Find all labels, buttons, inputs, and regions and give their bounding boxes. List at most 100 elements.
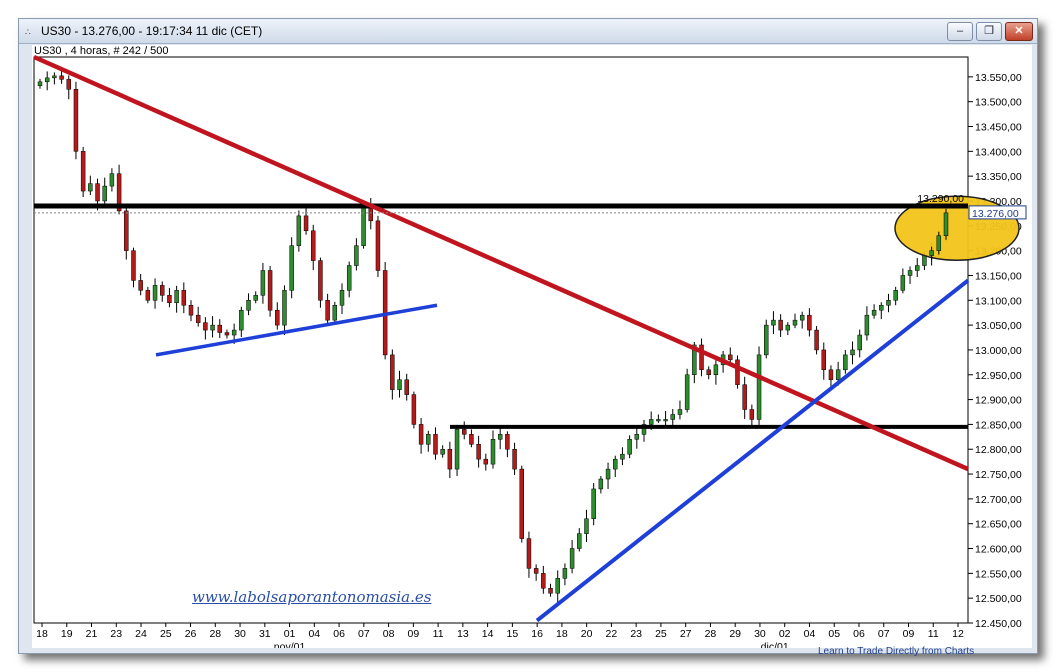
month-label: dic/01 (761, 641, 789, 648)
x-tick-label: 11 (433, 628, 444, 640)
candle-body (66, 79, 71, 90)
x-tick-label: 04 (308, 628, 320, 640)
price-chart[interactable]: 13.550,00 13.500,00 13.450,00 13.400,00 13.3… (32, 45, 1032, 648)
candle-body (864, 314, 870, 336)
candle-body (253, 295, 258, 301)
candle-body (239, 309, 244, 331)
candle-body (713, 364, 719, 376)
candle-body (454, 429, 460, 470)
chart-area[interactable]: US30 , 4 horas, # 242 / 500 13.550,00 13.… (32, 45, 1032, 657)
candle-body (929, 250, 934, 256)
candle-body (469, 434, 474, 445)
x-tick-label: 27 (680, 628, 692, 640)
window-menu-icon[interactable]: ∴ (25, 27, 31, 38)
candle-body (361, 205, 366, 246)
credit-text: Learn to Trade Directly from Charts (818, 646, 975, 657)
candle-body (778, 319, 783, 331)
candle-body (282, 290, 287, 326)
x-tick-label: 07 (878, 628, 890, 640)
candle-body (591, 488, 596, 519)
x-tick-label: 29 (729, 628, 741, 640)
last-price-label: 13.276,00 (972, 208, 1019, 220)
candle-body (792, 319, 798, 326)
candle-body (533, 568, 539, 574)
candle-body (656, 419, 661, 422)
x-tick-label: 25 (655, 628, 667, 640)
candle-body (289, 245, 294, 291)
watermark-link[interactable]: www.labolsaporantonomasia.es (192, 588, 431, 606)
plot-frame (33, 56, 969, 624)
y-tick-label: 12.850,00 (975, 419, 1022, 431)
x-tick-label: 19 (61, 628, 73, 640)
candle-body (749, 409, 755, 420)
x-tick-label: 01 (284, 628, 296, 640)
candle-body (584, 518, 589, 534)
candle-body (764, 324, 769, 356)
candle-body (670, 414, 675, 420)
restore-button[interactable]: ❐ (976, 22, 1002, 41)
candle-body (922, 255, 927, 266)
y-tick-label: 12.650,00 (975, 519, 1022, 531)
x-tick-label: 14 (482, 628, 494, 640)
candle-body (728, 354, 733, 361)
candle-body (915, 265, 920, 271)
x-tick-label: 23 (630, 628, 642, 640)
y-tick-label: 13.400,00 (975, 146, 1022, 158)
candle-body (512, 448, 517, 470)
candle-body (807, 314, 812, 331)
candle-body (505, 434, 510, 450)
candle-body (44, 77, 50, 83)
candle-body (217, 324, 222, 333)
y-tick-label: 13.000,00 (975, 345, 1022, 357)
y-tick-label: 12.750,00 (975, 469, 1022, 481)
candle-body (821, 349, 826, 371)
candle-body (167, 295, 172, 304)
candle-body (799, 314, 805, 321)
x-tick-label: 11 (928, 628, 939, 640)
candle-body (418, 424, 424, 445)
candle-body (332, 304, 338, 321)
x-tick-label: 22 (606, 628, 618, 640)
minimize-button[interactable]: – (947, 22, 973, 41)
x-tick-label: 26 (185, 628, 197, 640)
candle-body (490, 439, 496, 465)
x-tick-label: 18 (556, 628, 568, 640)
close-button[interactable]: ✕ (1005, 22, 1033, 41)
candle-body (188, 304, 194, 316)
y-tick-label: 13.100,00 (975, 295, 1022, 307)
candle-body (260, 270, 266, 296)
candle-body (224, 332, 230, 336)
x-tick-label: 04 (804, 628, 816, 640)
candle-body (267, 270, 273, 311)
x-tick-label: 31 (259, 628, 271, 640)
x-tick-label: 07 (358, 628, 370, 640)
candle-body (663, 419, 668, 422)
candle-body (174, 290, 179, 304)
candle-body (627, 439, 632, 455)
candle-body (850, 349, 855, 356)
title-bar[interactable]: ∴ US30 - 13.276,00 - 19:17:34 11 dic (CE… (19, 19, 1037, 44)
y-tick-label: 12.800,00 (975, 444, 1022, 456)
candle-body (907, 270, 913, 276)
candle-body (52, 75, 57, 79)
x-tick-label: 28 (705, 628, 717, 640)
candle-body (426, 434, 431, 445)
candle-body (37, 81, 43, 87)
x-tick-label: 21 (86, 628, 98, 640)
candle-body (440, 448, 445, 455)
y-tick-label: 13.350,00 (975, 171, 1022, 183)
candle-body (648, 419, 654, 425)
candle-body (131, 250, 136, 281)
x-tick-label: 02 (779, 628, 791, 640)
y-tick-label: 13.150,00 (975, 270, 1022, 282)
candle-body (88, 183, 93, 192)
candle-body (231, 329, 237, 336)
candle-body (936, 235, 942, 251)
annotation-price-label: 13.290,00 (917, 193, 964, 205)
candle-body (138, 280, 143, 291)
candle-body (706, 369, 711, 376)
x-tick-label: 09 (903, 628, 915, 640)
candle-body (519, 468, 524, 539)
candle-body (577, 533, 582, 549)
y-tick-label: 13.450,00 (975, 122, 1022, 134)
